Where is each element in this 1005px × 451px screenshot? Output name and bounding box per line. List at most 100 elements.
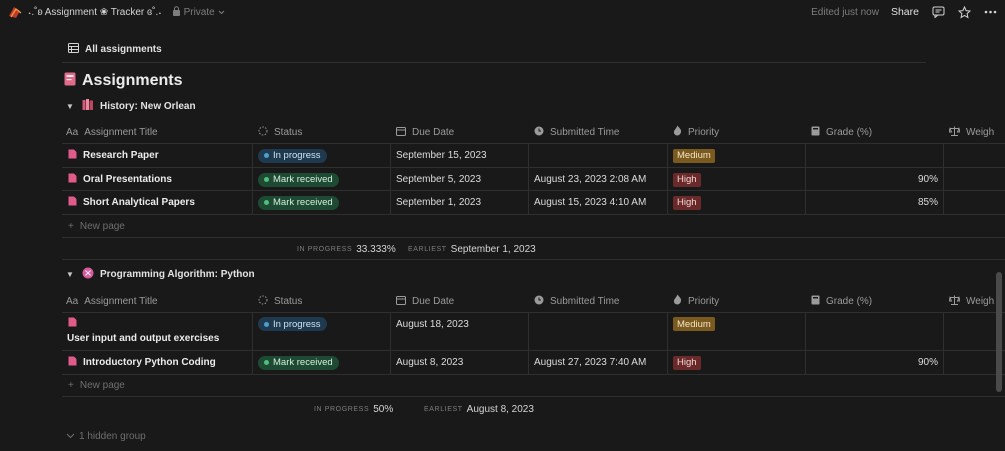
submitted-time-cell[interactable]: August 27, 2023 7:40 AM — [534, 351, 646, 374]
new-page-label: New page — [79, 220, 125, 232]
row-title-text[interactable]: User input and output exercises — [67, 331, 219, 346]
column-label: Submitted Time — [550, 295, 620, 307]
column-separator — [528, 312, 529, 374]
row-title-text: Oral Presentations — [83, 174, 172, 185]
scale-icon — [948, 295, 961, 308]
chevron-down-icon — [218, 7, 225, 18]
more-icon[interactable] — [983, 5, 997, 19]
table-icon — [68, 42, 79, 56]
priority-cell[interactable]: Medium — [673, 144, 715, 167]
due-date-cell[interactable]: September 15, 2023 — [396, 144, 487, 167]
due-date-cell[interactable]: September 1, 2023 — [396, 191, 481, 214]
column-header-title[interactable]: Aa Assignment Title — [66, 289, 158, 313]
row-divider — [62, 237, 1005, 238]
row-divider — [62, 396, 1005, 397]
due-date-cell[interactable]: August 8, 2023 — [396, 351, 463, 374]
lock-icon — [172, 5, 181, 19]
database-title-text: Assignments — [82, 72, 183, 89]
column-header-grade[interactable]: Grade (%) — [811, 120, 872, 144]
column-header-due-date[interactable]: Due Date — [396, 120, 454, 144]
group-header-programming[interactable]: ▼ Programming Algorithm: Python — [66, 266, 255, 282]
priority-cell[interactable]: High — [673, 351, 701, 374]
star-icon[interactable] — [957, 5, 971, 19]
status-cell[interactable]: Mark received — [258, 351, 339, 374]
hidden-group-toggle[interactable]: 1 hidden group — [66, 428, 146, 444]
plus-icon: + — [68, 379, 74, 391]
grade-cell[interactable]: 90% — [811, 351, 938, 374]
fire-icon — [673, 125, 682, 139]
priority-tag: High — [673, 195, 701, 210]
plus-icon: + — [68, 220, 74, 232]
privacy-button[interactable]: Private — [172, 5, 225, 19]
summary-earliest[interactable]: EARLIEST September 1, 2023 — [408, 241, 536, 257]
clock-icon — [534, 295, 544, 308]
column-header-submitted-time[interactable]: Submitted Time — [534, 289, 619, 313]
column-header-priority[interactable]: Priority — [673, 120, 719, 144]
summary-in-progress[interactable]: IN PROGRESS 33.333% — [297, 241, 396, 257]
column-header-weight[interactable]: Weigh — [948, 289, 995, 313]
comment-icon[interactable] — [931, 5, 945, 19]
column-label: Status — [274, 126, 303, 138]
share-button[interactable]: Share — [891, 6, 919, 18]
calculator-icon — [811, 126, 820, 139]
column-header-due-date[interactable]: Due Date — [396, 289, 454, 313]
column-label: Assignment Title — [84, 295, 158, 307]
submitted-time-cell[interactable]: August 15, 2023 4:10 AM — [534, 191, 646, 214]
row-divider — [62, 259, 1005, 260]
grade-cell[interactable]: 90% — [811, 168, 938, 191]
column-separator — [667, 143, 668, 214]
table-row-title[interactable]: Research Paper — [68, 144, 159, 167]
breadcrumb[interactable]: ˖.˚ʚ Assignment ❀ Tracker ɞ˚.˖ — [28, 7, 162, 18]
book-stack-icon — [8, 5, 22, 19]
row-title-text: Short Analytical Papers — [83, 197, 195, 208]
priority-cell[interactable]: High — [673, 168, 701, 191]
status-icon — [258, 126, 268, 139]
due-date-cell[interactable]: September 5, 2023 — [396, 168, 481, 191]
python-badge-icon — [82, 267, 94, 282]
view-tab-all-assignments[interactable]: All assignments — [68, 40, 162, 58]
priority-cell[interactable]: Medium — [673, 313, 715, 335]
column-header-status[interactable]: Status — [258, 289, 302, 313]
status-cell[interactable]: In progress — [258, 313, 327, 335]
submitted-time-cell[interactable]: August 23, 2023 2:08 AM — [534, 168, 646, 191]
group-header-history[interactable]: ▼ History: New Orlean — [66, 98, 196, 114]
view-tab-label: All assignments — [85, 43, 162, 55]
column-header-grade[interactable]: Grade (%) — [811, 289, 872, 313]
due-date-cell[interactable]: August 18, 2023 — [396, 313, 469, 335]
status-cell[interactable]: Mark received — [258, 191, 339, 214]
column-separator — [805, 312, 806, 374]
column-separator — [943, 143, 944, 214]
column-header-weight[interactable]: Weigh — [948, 120, 994, 144]
caret-down-icon[interactable]: ▼ — [66, 102, 76, 111]
table-row-title[interactable]: Oral Presentations — [68, 168, 172, 191]
status-cell[interactable]: In progress — [258, 144, 327, 167]
group-name: Programming Algorithm: Python — [100, 268, 255, 280]
priority-tag: High — [673, 355, 701, 370]
top-bar: ˖.˚ʚ Assignment ❀ Tracker ɞ˚.˖ Private E… — [0, 0, 1005, 24]
column-label: Priority — [688, 126, 720, 138]
caret-down-icon[interactable]: ▼ — [66, 270, 76, 279]
summary-in-progress[interactable]: IN PROGRESS 50% — [314, 401, 393, 417]
column-header-submitted-time[interactable]: Submitted Time — [534, 120, 619, 144]
column-header-title[interactable]: Aa Assignment Title — [66, 120, 158, 144]
status-badge: Mark received — [258, 172, 339, 187]
column-label: Weigh — [966, 295, 995, 307]
new-page-label: New page — [79, 379, 125, 391]
summary-earliest[interactable]: EARLIEST August 8, 2023 — [424, 401, 534, 417]
new-page-button[interactable]: + New page — [68, 218, 125, 234]
column-separator — [805, 143, 806, 214]
status-cell[interactable]: Mark received — [258, 168, 339, 191]
table-row-title[interactable] — [68, 316, 77, 330]
grade-cell[interactable]: 85% — [811, 191, 938, 214]
column-header-priority[interactable]: Priority — [673, 289, 719, 313]
table-row-title[interactable]: Short Analytical Papers — [68, 191, 195, 214]
summary-label: IN PROGRESS — [297, 245, 353, 253]
new-page-button[interactable]: + New page — [68, 377, 125, 393]
priority-cell[interactable]: High — [673, 191, 701, 214]
row-title-text: Research Paper — [83, 150, 159, 161]
vertical-scrollbar[interactable] — [996, 272, 1002, 392]
database-title[interactable]: Assignments — [64, 70, 182, 92]
column-header-status[interactable]: Status — [258, 120, 302, 144]
column-label: Grade (%) — [826, 126, 873, 138]
table-row-title[interactable]: Introductory Python Coding — [68, 351, 216, 374]
